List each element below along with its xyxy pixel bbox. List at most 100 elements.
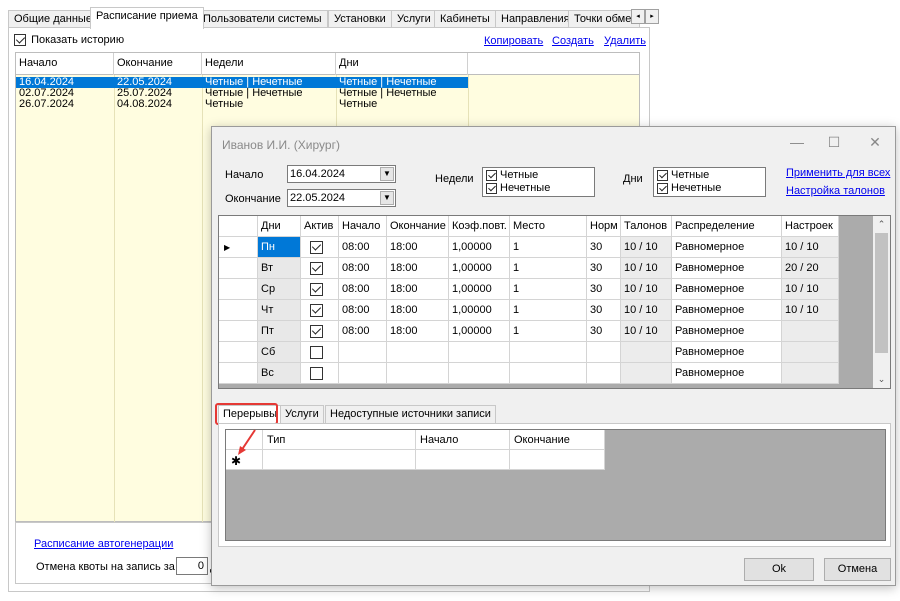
cell-active[interactable]	[301, 321, 339, 342]
breaks-new-end-cell[interactable]	[510, 450, 605, 470]
cell-day[interactable]: Пн	[258, 237, 301, 258]
cell-start[interactable]: 08:00	[339, 300, 387, 321]
breaks-grid[interactable]: Тип Начало Окончание ✱	[225, 429, 886, 541]
cell-day[interactable]: Сб	[258, 342, 301, 363]
cell-place[interactable]: 1	[510, 279, 587, 300]
cell-norm[interactable]: 30	[587, 300, 621, 321]
cell-start[interactable]	[339, 342, 387, 363]
tickets-settings-link[interactable]: Настройка талонов	[786, 185, 885, 197]
cell-end[interactable]: 18:00	[387, 237, 449, 258]
row-header[interactable]	[219, 300, 258, 321]
cell-settings[interactable]: 10 / 10	[782, 279, 839, 300]
cell-place[interactable]: 1	[510, 300, 587, 321]
active-checkbox[interactable]	[310, 345, 323, 359]
cell-day[interactable]: Пт	[258, 321, 301, 342]
cell-day[interactable]: Вс	[258, 363, 301, 384]
cell-end[interactable]: 18:00	[387, 321, 449, 342]
cell-active[interactable]	[301, 300, 339, 321]
breaks-col-end[interactable]: Окончание	[510, 430, 605, 450]
cell-distribution[interactable]: Равномерное	[672, 258, 782, 279]
cell-norm[interactable]: 30	[587, 279, 621, 300]
weeks-checklist[interactable]: Четные Нечетные	[482, 167, 595, 197]
tab-scroll-left-icon[interactable]: ◂	[631, 9, 645, 24]
cell-day[interactable]: Вт	[258, 258, 301, 279]
active-checkbox[interactable]	[310, 261, 323, 275]
cell-coef[interactable]	[449, 363, 510, 384]
col-coef[interactable]: Коэф.повт.	[449, 216, 510, 237]
cell-settings[interactable]	[782, 363, 839, 384]
tab-services-sub[interactable]: Услуги	[280, 405, 324, 424]
cell-place[interactable]	[510, 342, 587, 363]
history-col-start[interactable]: Начало	[16, 53, 114, 75]
breaks-new-type-cell[interactable]	[263, 450, 416, 470]
cell-tickets[interactable]: 10 / 10	[621, 321, 672, 342]
tab-services[interactable]: Услуги	[391, 10, 437, 28]
days-grid[interactable]: Дни Актив Начало Окончание Коэф.повт. Ме…	[218, 215, 891, 389]
cell-coef[interactable]: 1,00000	[449, 321, 510, 342]
cell-place[interactable]	[510, 363, 587, 384]
cell-place[interactable]: 1	[510, 321, 587, 342]
show-history-toggle[interactable]: Показать историю	[14, 34, 124, 47]
weeks-odd-checkbox[interactable]	[486, 182, 497, 194]
active-checkbox[interactable]	[310, 366, 323, 380]
cell-coef[interactable]: 1,00000	[449, 279, 510, 300]
active-checkbox[interactable]	[310, 324, 323, 338]
row-header[interactable]	[219, 342, 258, 363]
cell-settings[interactable]	[782, 342, 839, 363]
cancel-button[interactable]: Отмена	[824, 558, 891, 581]
cell-place[interactable]: 1	[510, 258, 587, 279]
cell-active[interactable]	[301, 279, 339, 300]
col-settings[interactable]: Настроек	[782, 216, 839, 237]
col-place[interactable]: Место	[510, 216, 587, 237]
scroll-up-icon[interactable]: ⌃	[873, 216, 890, 233]
show-history-checkbox[interactable]	[14, 34, 26, 47]
tab-settings[interactable]: Установки	[328, 10, 392, 28]
cell-settings[interactable]	[782, 321, 839, 342]
weeks-even-checkbox[interactable]	[486, 169, 497, 181]
tab-general[interactable]: Общие данные	[8, 10, 98, 28]
days-even-checkbox[interactable]	[657, 169, 668, 181]
cell-norm[interactable]	[587, 363, 621, 384]
cell-coef[interactable]: 1,00000	[449, 237, 510, 258]
autogen-schedule-link[interactable]: Расписание автогенерации	[34, 538, 173, 550]
history-col-end[interactable]: Окончание	[114, 53, 202, 75]
cell-coef[interactable]: 1,00000	[449, 300, 510, 321]
cell-tickets[interactable]: 10 / 10	[621, 237, 672, 258]
cell-settings[interactable]: 20 / 20	[782, 258, 839, 279]
history-row[interactable]: 26.07.2024 04.08.2024 Четные Четные	[16, 99, 468, 110]
tab-exchange-points[interactable]: Точки обме	[568, 10, 640, 28]
cell-distribution[interactable]: Равномерное	[672, 342, 782, 363]
col-days[interactable]: Дни	[258, 216, 301, 237]
cell-coef[interactable]: 1,00000	[449, 258, 510, 279]
breaks-col-start[interactable]: Начало	[416, 430, 510, 450]
cell-tickets[interactable]: 10 / 10	[621, 279, 672, 300]
row-header[interactable]	[219, 279, 258, 300]
tab-cabinets[interactable]: Кабинеты	[434, 10, 496, 28]
cell-start[interactable]: 08:00	[339, 321, 387, 342]
cell-active[interactable]	[301, 342, 339, 363]
col-active[interactable]: Актив	[301, 216, 339, 237]
tab-unavailable-sources[interactable]: Недоступные источники записи	[325, 405, 496, 424]
breaks-new-start-cell[interactable]	[416, 450, 510, 470]
cell-end[interactable]: 18:00	[387, 279, 449, 300]
row-header[interactable]	[219, 258, 258, 279]
days-checklist[interactable]: Четные Нечетные	[653, 167, 766, 197]
apply-all-link[interactable]: Применить для всех	[786, 167, 890, 179]
tab-schedule[interactable]: Расписание приема	[90, 7, 204, 29]
maximize-icon[interactable]: ☐	[819, 132, 849, 152]
active-checkbox[interactable]	[310, 240, 323, 254]
cell-end[interactable]	[387, 342, 449, 363]
breaks-col-type[interactable]: Тип	[263, 430, 416, 450]
create-link[interactable]: Создать	[552, 35, 594, 47]
cell-distribution[interactable]: Равномерное	[672, 300, 782, 321]
quota-input[interactable]: 0	[176, 557, 208, 575]
history-col-weeks[interactable]: Недели	[202, 53, 336, 75]
cell-tickets[interactable]	[621, 363, 672, 384]
cell-start[interactable]	[339, 363, 387, 384]
cell-day[interactable]: Чт	[258, 300, 301, 321]
cell-end[interactable]	[387, 363, 449, 384]
cell-distribution[interactable]: Равномерное	[672, 237, 782, 258]
days-odd-checkbox[interactable]	[657, 182, 668, 194]
weeks-even-item[interactable]: Четные	[486, 169, 538, 182]
close-icon[interactable]: ✕	[860, 132, 890, 152]
